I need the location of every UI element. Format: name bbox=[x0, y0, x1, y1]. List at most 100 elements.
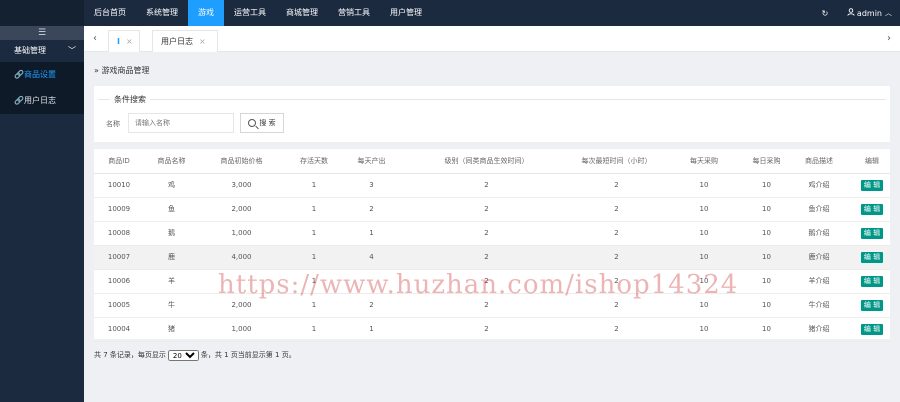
cell-price: 4,000 bbox=[199, 245, 284, 270]
tab-bar: ‹ I × 用户日志 × › bbox=[84, 26, 900, 52]
edit-button[interactable]: 编 辑 bbox=[860, 251, 884, 263]
cell-daily: 2 bbox=[344, 293, 399, 318]
sidebar: ☰ 基础管理 ﹀ 🔗商品设置 🔗用户日志 bbox=[0, 26, 84, 402]
cell-daily: 1 bbox=[344, 317, 399, 342]
cell-desc: 鹿介绍 bbox=[784, 245, 854, 270]
cell-name: 猪 bbox=[144, 317, 199, 342]
close-icon[interactable]: × bbox=[126, 37, 133, 46]
cell-level: 2 bbox=[399, 173, 574, 198]
page-title: 游戏商品管理 bbox=[101, 66, 150, 75]
top-right: ↻ admin ︿ bbox=[817, 0, 892, 26]
col-header[interactable]: 每次最短时间（小时） bbox=[574, 149, 659, 174]
chevron-right-icon[interactable]: › bbox=[878, 26, 900, 52]
product-table: 商品ID 商品名称 商品初始价格 存活天数 每天产出 级别（同类商品生效时间） … bbox=[94, 149, 890, 342]
sidebar-group-basic[interactable]: 基础管理 ﹀ bbox=[0, 40, 84, 62]
search-panel: 条件搜索 名称 搜 索 bbox=[94, 86, 890, 142]
cell-price: 3,000 bbox=[199, 173, 284, 198]
refresh-icon[interactable]: ↻ bbox=[817, 9, 833, 18]
tab-label: 用户日志 bbox=[161, 37, 193, 46]
edit-button[interactable]: 编 辑 bbox=[860, 227, 884, 239]
edit-button[interactable]: 编 辑 bbox=[860, 203, 884, 215]
nav-item-users[interactable]: 用户管理 bbox=[380, 0, 432, 26]
chevron-left-icon[interactable]: ‹ bbox=[84, 26, 106, 52]
cell-desc: 猪介绍 bbox=[784, 317, 854, 342]
sidebar-item-user-log[interactable]: 🔗用户日志 bbox=[0, 88, 84, 114]
sidebar-toggle-icon[interactable]: ☰ bbox=[0, 26, 84, 40]
edit-button[interactable]: 编 辑 bbox=[860, 179, 884, 191]
cell-desc: 鸡介绍 bbox=[784, 173, 854, 198]
user-icon bbox=[847, 8, 855, 18]
search-fieldset: 条件搜索 名称 搜 索 bbox=[98, 94, 886, 135]
sidebar-group-label: 基础管理 bbox=[14, 46, 46, 55]
edit-button[interactable]: 编 辑 bbox=[860, 299, 884, 311]
table-row: 10007 鹿 4,000 1 4 2 2 10 10 鹿介绍编 辑 bbox=[94, 245, 890, 270]
cell-price: 1,000 bbox=[199, 317, 284, 342]
breadcrumb: » 游戏商品管理 bbox=[94, 65, 149, 76]
cell-hours: 2 bbox=[574, 293, 659, 318]
cell-name: 羊 bbox=[144, 269, 199, 294]
top-bar: 后台首页 系统管理 游戏 运营工具 商城管理 营销工具 用户管理 ↻ admin… bbox=[0, 0, 900, 26]
cell-buy-day: 10 bbox=[659, 269, 749, 294]
pager-suffix: 条，共 1 页当前显示第 1 页。 bbox=[200, 351, 296, 359]
col-header[interactable]: 每日采购 bbox=[749, 149, 784, 174]
col-header[interactable]: 商品ID bbox=[94, 149, 144, 174]
search-button-label: 搜 索 bbox=[259, 119, 276, 127]
cell-desc: 鱼介绍 bbox=[784, 197, 854, 222]
col-header[interactable]: 商品初始价格 bbox=[199, 149, 284, 174]
nav-item-ops-tools[interactable]: 运营工具 bbox=[224, 0, 276, 26]
cell-daily: 4 bbox=[344, 245, 399, 270]
cell-name: 鱼 bbox=[144, 197, 199, 222]
search-button[interactable]: 搜 索 bbox=[240, 113, 284, 133]
cell-buy-daily: 10 bbox=[749, 221, 784, 246]
col-header[interactable]: 级别（同类商品生效时间） bbox=[399, 149, 574, 174]
cell-daily bbox=[344, 269, 399, 294]
tab-current[interactable]: I × bbox=[108, 30, 140, 52]
name-input[interactable] bbox=[128, 113, 234, 133]
name-label: 名称 bbox=[106, 120, 120, 128]
cell-days: 1 bbox=[284, 173, 344, 198]
nav-item-system[interactable]: 系统管理 bbox=[136, 0, 188, 26]
cell-buy-daily: 10 bbox=[749, 197, 784, 222]
cell-edit: 编 辑 bbox=[854, 269, 890, 294]
col-header[interactable]: 商品描述 bbox=[784, 149, 854, 174]
cell-hours: 2 bbox=[574, 317, 659, 342]
page-size-select[interactable]: 20 bbox=[167, 349, 199, 361]
cell-hours: 2 bbox=[574, 221, 659, 246]
nav-item-marketing[interactable]: 营销工具 bbox=[328, 0, 380, 26]
sidebar-item-label: 用户日志 bbox=[24, 96, 56, 105]
table-row: 10010 鸡 3,000 1 3 2 2 10 10 鸡介绍编 辑 bbox=[94, 173, 890, 198]
sidebar-item-product-settings[interactable]: 🔗商品设置 bbox=[0, 62, 84, 88]
cell-hours: 2 bbox=[574, 269, 659, 294]
user-name[interactable]: admin bbox=[857, 9, 882, 18]
cell-id: 10007 bbox=[94, 245, 144, 270]
col-header: 编辑 bbox=[854, 149, 890, 174]
nav-item-home[interactable]: 后台首页 bbox=[84, 0, 136, 26]
cell-buy-daily: 10 bbox=[749, 269, 784, 294]
tab-user-log[interactable]: 用户日志 × bbox=[152, 30, 218, 52]
cell-price: 1,000 bbox=[199, 221, 284, 246]
sidebar-item-label: 商品设置 bbox=[24, 70, 56, 79]
col-header[interactable]: 每天采购 bbox=[659, 149, 749, 174]
nav-item-game[interactable]: 游戏 bbox=[188, 0, 224, 26]
cell-daily: 1 bbox=[344, 221, 399, 246]
caret-up-icon[interactable]: ︿ bbox=[885, 8, 892, 18]
nav-item-mall[interactable]: 商城管理 bbox=[276, 0, 328, 26]
table-header-row: 商品ID 商品名称 商品初始价格 存活天数 每天产出 级别（同类商品生效时间） … bbox=[94, 149, 890, 174]
cell-daily: 2 bbox=[344, 197, 399, 222]
cell-hours: 2 bbox=[574, 245, 659, 270]
cell-id: 10005 bbox=[94, 293, 144, 318]
cell-id: 10009 bbox=[94, 197, 144, 222]
edit-button[interactable]: 编 辑 bbox=[860, 275, 884, 287]
cell-desc: 鹅介绍 bbox=[784, 221, 854, 246]
col-header[interactable]: 存活天数 bbox=[284, 149, 344, 174]
cell-id: 10006 bbox=[94, 269, 144, 294]
edit-button[interactable]: 编 辑 bbox=[860, 323, 884, 335]
cell-edit: 编 辑 bbox=[854, 293, 890, 318]
cell-name: 鸡 bbox=[144, 173, 199, 198]
cell-buy-daily: 10 bbox=[749, 173, 784, 198]
pager: 共 7 条记录，每页显示 20 条，共 1 页当前显示第 1 页。 bbox=[94, 349, 296, 361]
double-chevron-icon: » bbox=[94, 66, 99, 75]
close-icon[interactable]: × bbox=[199, 37, 206, 46]
col-header[interactable]: 每天产出 bbox=[344, 149, 399, 174]
col-header[interactable]: 商品名称 bbox=[144, 149, 199, 174]
